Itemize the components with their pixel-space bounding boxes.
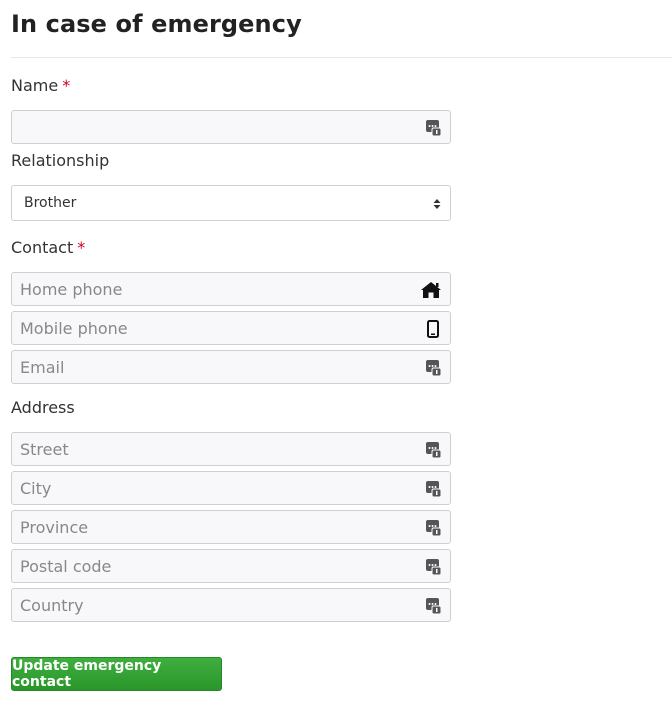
city-field[interactable] [11, 471, 451, 505]
autofill-icon[interactable] [425, 359, 441, 377]
autofill-icon[interactable] [425, 119, 441, 137]
postal-code-field[interactable] [11, 549, 451, 583]
street-field[interactable] [11, 432, 451, 466]
title-divider [11, 57, 672, 58]
autofill-icon[interactable] [425, 441, 441, 459]
mobile-phone-icon [425, 320, 441, 338]
name-field[interactable] [11, 110, 451, 144]
relationship-select[interactable]: Brother [11, 185, 451, 221]
province-field[interactable] [11, 510, 451, 544]
address-label: Address [11, 398, 75, 417]
emergency-contact-page: In case of emergency Name * Relationship … [0, 0, 672, 714]
autofill-icon[interactable] [425, 480, 441, 498]
select-arrows-icon [432, 196, 442, 210]
home-phone-input[interactable] [12, 273, 450, 305]
name-label-text: Name [11, 76, 59, 95]
postal-code-input[interactable] [12, 550, 450, 582]
province-input[interactable] [12, 511, 450, 543]
home-phone-field[interactable] [11, 272, 451, 306]
contact-label: Contact * [11, 238, 85, 257]
email-field[interactable] [11, 350, 451, 384]
autofill-icon[interactable] [425, 558, 441, 576]
mobile-phone-input[interactable] [12, 312, 450, 344]
update-emergency-contact-button[interactable]: Update emergency contact [11, 657, 222, 691]
email-input[interactable] [12, 351, 450, 383]
name-label: Name * [11, 76, 70, 95]
mobile-phone-field[interactable] [11, 311, 451, 345]
address-label-text: Address [11, 398, 75, 417]
country-input[interactable] [12, 589, 450, 621]
autofill-icon[interactable] [425, 597, 441, 615]
section-title: In case of emergency [11, 10, 302, 38]
autofill-icon[interactable] [425, 519, 441, 537]
relationship-selected-value: Brother [24, 195, 77, 211]
relationship-label-text: Relationship [11, 151, 110, 170]
contact-label-text: Contact [11, 238, 74, 257]
street-input[interactable] [12, 433, 450, 465]
city-input[interactable] [12, 472, 450, 504]
required-mark: * [77, 238, 86, 257]
home-icon [420, 281, 442, 299]
country-field[interactable] [11, 588, 451, 622]
required-mark: * [62, 76, 71, 95]
name-input[interactable] [12, 111, 450, 143]
relationship-label: Relationship [11, 151, 109, 170]
